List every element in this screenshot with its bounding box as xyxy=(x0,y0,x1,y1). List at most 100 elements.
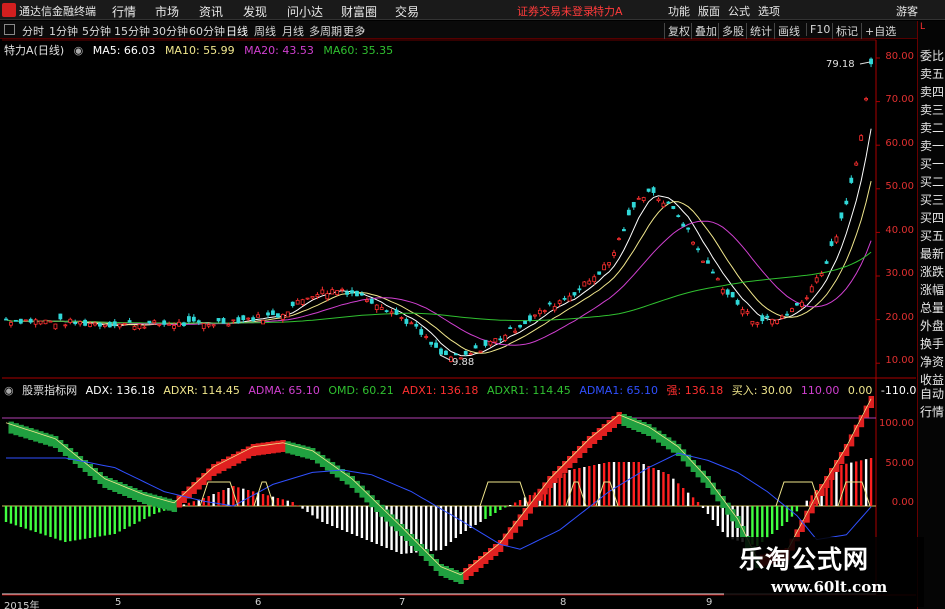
candle-body xyxy=(300,299,305,305)
side-netasset[interactable]: 净资 xyxy=(920,353,944,370)
candle-body xyxy=(839,212,844,219)
histogram-bar xyxy=(795,506,799,512)
side-buy1[interactable]: 买一 xyxy=(920,155,944,172)
ind-y-tick-label: 0.00 xyxy=(891,497,914,508)
candle-body xyxy=(340,288,345,291)
candle-body xyxy=(592,276,597,283)
histogram-bar xyxy=(69,506,72,542)
histogram-bar xyxy=(553,480,556,506)
candle-body xyxy=(241,315,246,321)
candle-body xyxy=(315,294,320,298)
histogram-bar xyxy=(464,506,467,531)
ma20-label: MA20: 43.53 xyxy=(244,44,314,57)
candle-body xyxy=(364,299,369,302)
candle-body xyxy=(785,313,789,316)
candle-body xyxy=(186,316,191,322)
candle-body xyxy=(53,323,58,330)
candle-body xyxy=(651,187,656,193)
ind-y-tick-label: 100.00 xyxy=(879,418,914,429)
indicator-name[interactable]: 股票指标网 xyxy=(22,384,77,397)
histogram-bar xyxy=(429,506,433,551)
candle-body xyxy=(379,307,384,310)
histogram-bar xyxy=(612,462,616,506)
side-change[interactable]: 涨跌 xyxy=(920,263,944,280)
histogram-bar xyxy=(123,506,126,529)
x-tick-label: 5 xyxy=(115,597,122,608)
side-buy3[interactable]: 买三 xyxy=(920,191,944,208)
side-weibi[interactable]: 委比 xyxy=(920,47,944,64)
candle-body xyxy=(33,319,38,325)
candle-body xyxy=(646,188,651,192)
candle-body xyxy=(23,319,28,322)
candle-body xyxy=(196,320,201,323)
adx-band xyxy=(156,496,163,508)
ind-adx1: ADX1: 136.18 xyxy=(402,384,479,397)
candle-body xyxy=(869,58,873,65)
histogram-bar xyxy=(335,506,339,528)
side-volume[interactable]: 总量 xyxy=(920,299,944,316)
candle-body xyxy=(483,339,488,346)
candle-body xyxy=(58,313,63,320)
y-tick-label: 50.00 xyxy=(885,181,914,192)
settings-icon[interactable]: ◉ xyxy=(4,384,14,397)
side-quote[interactable]: 行情 xyxy=(920,403,944,420)
kline-chart[interactable] xyxy=(0,0,945,609)
level2-badge[interactable]: L xyxy=(920,22,925,32)
adx-band xyxy=(497,540,504,552)
histogram-bar xyxy=(103,506,107,536)
histogram-bar xyxy=(652,468,655,506)
candle-body xyxy=(137,323,142,329)
side-sell5[interactable]: 卖五 xyxy=(920,65,944,82)
histogram-bar xyxy=(637,462,640,506)
candle-body xyxy=(819,273,824,277)
histogram-bar xyxy=(513,502,517,506)
side-latest[interactable]: 最新 xyxy=(920,245,944,262)
side-buy2[interactable]: 买二 xyxy=(920,173,944,190)
adx-band xyxy=(433,559,440,571)
y-tick-label: 40.00 xyxy=(885,225,914,236)
side-buy5[interactable]: 买五 xyxy=(920,227,944,244)
histogram-bar xyxy=(504,506,507,508)
x-tick-label: 9 xyxy=(706,597,713,608)
side-outer[interactable]: 外盘 xyxy=(920,317,944,334)
adx-band xyxy=(547,476,553,488)
adx-band xyxy=(532,495,538,508)
x-tick-label: 8 xyxy=(560,597,567,608)
side-sell4[interactable]: 卖四 xyxy=(920,83,944,100)
side-sell2[interactable]: 卖二 xyxy=(920,119,944,136)
candle-body xyxy=(755,322,760,325)
candle-body xyxy=(394,309,399,315)
histogram-bar xyxy=(805,500,808,506)
x-tick-label: 2015年 xyxy=(4,601,40,609)
adx-band xyxy=(33,429,39,442)
settings-icon[interactable]: ◉ xyxy=(74,44,84,57)
histogram-bar xyxy=(350,506,354,534)
ind-adxr1: ADXR1: 114.45 xyxy=(486,384,571,397)
histogram-bar xyxy=(434,506,438,551)
histogram-bar xyxy=(93,506,97,538)
side-sell1[interactable]: 卖一 xyxy=(920,137,944,154)
side-turnover[interactable]: 换手 xyxy=(920,335,944,352)
candle-body xyxy=(236,317,241,324)
candle-body xyxy=(275,313,280,318)
candle-body xyxy=(127,320,132,323)
side-buy4[interactable]: 买四 xyxy=(920,209,944,226)
adx-band xyxy=(38,431,44,444)
adx-band xyxy=(408,534,415,546)
candle-body xyxy=(226,324,231,327)
histogram-bar xyxy=(133,506,136,524)
histogram-bar xyxy=(182,504,186,506)
histogram-bar xyxy=(780,506,784,526)
ind-omd: OMD: 60.21 xyxy=(328,384,394,397)
adx-band xyxy=(552,471,558,483)
histogram-bar xyxy=(281,499,285,506)
side-change-pct[interactable]: 涨幅 xyxy=(920,281,944,298)
histogram-bar xyxy=(59,506,62,541)
candle-body xyxy=(350,290,354,294)
side-auto[interactable]: 自动 xyxy=(920,385,944,402)
candle-body xyxy=(211,324,216,327)
adx-band xyxy=(423,549,430,561)
y-tick-label: 60.00 xyxy=(885,138,914,149)
side-sell3[interactable]: 卖三 xyxy=(920,101,944,118)
candle-body xyxy=(513,330,518,333)
